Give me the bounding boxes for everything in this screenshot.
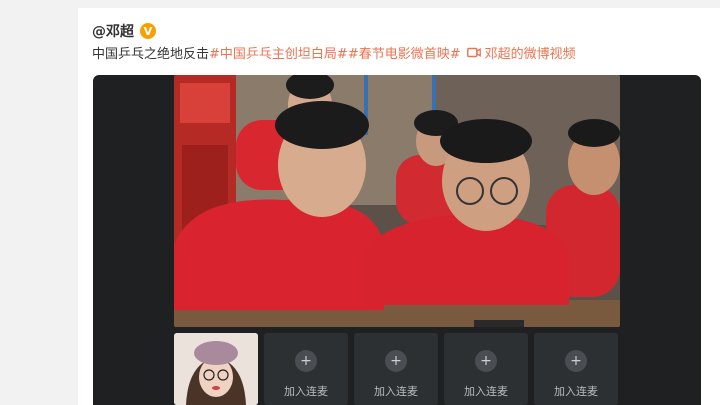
plus-icon: + bbox=[475, 350, 497, 372]
video-link[interactable]: 邓超的微博视频 bbox=[466, 43, 576, 62]
join-mic-slot-1[interactable]: + 加入连麦 bbox=[264, 333, 348, 405]
username[interactable]: @邓超 bbox=[92, 21, 134, 41]
video-link-label: 邓超的微博视频 bbox=[484, 46, 576, 62]
join-mic-slot-3[interactable]: + 加入连麦 bbox=[444, 333, 528, 405]
plus-icon: + bbox=[385, 350, 407, 372]
plus-icon: + bbox=[565, 350, 587, 372]
join-mic-slot-2[interactable]: + 加入连麦 bbox=[354, 333, 438, 405]
video-camera-icon bbox=[466, 47, 481, 57]
user-video-slot[interactable] bbox=[174, 333, 258, 405]
post-header: @邓超 V bbox=[92, 20, 156, 42]
hashtag-link[interactable]: #春节电影微首映# bbox=[348, 43, 461, 62]
main-video-feed[interactable] bbox=[174, 75, 620, 327]
join-mic-label: 加入连麦 bbox=[374, 385, 418, 398]
hashtag-link[interactable]: #中国乒乓主创坦白局# bbox=[209, 43, 348, 62]
join-mic-label: 加入连麦 bbox=[464, 385, 508, 398]
join-mic-label: 加入连麦 bbox=[284, 385, 328, 398]
post-text-prefix: 中国乒乓之绝地反击 bbox=[92, 46, 210, 62]
join-mic-label: 加入连麦 bbox=[554, 385, 598, 398]
post-text: 中国乒乓之绝地反击 #中国乒乓主创坦白局# #春节电影微首映# 邓超的微博视频 bbox=[92, 42, 576, 62]
plus-icon: + bbox=[295, 350, 317, 372]
join-mic-slot-4[interactable]: + 加入连麦 bbox=[534, 333, 618, 405]
user-avatar bbox=[174, 333, 258, 405]
verified-badge-icon: V bbox=[140, 23, 156, 39]
